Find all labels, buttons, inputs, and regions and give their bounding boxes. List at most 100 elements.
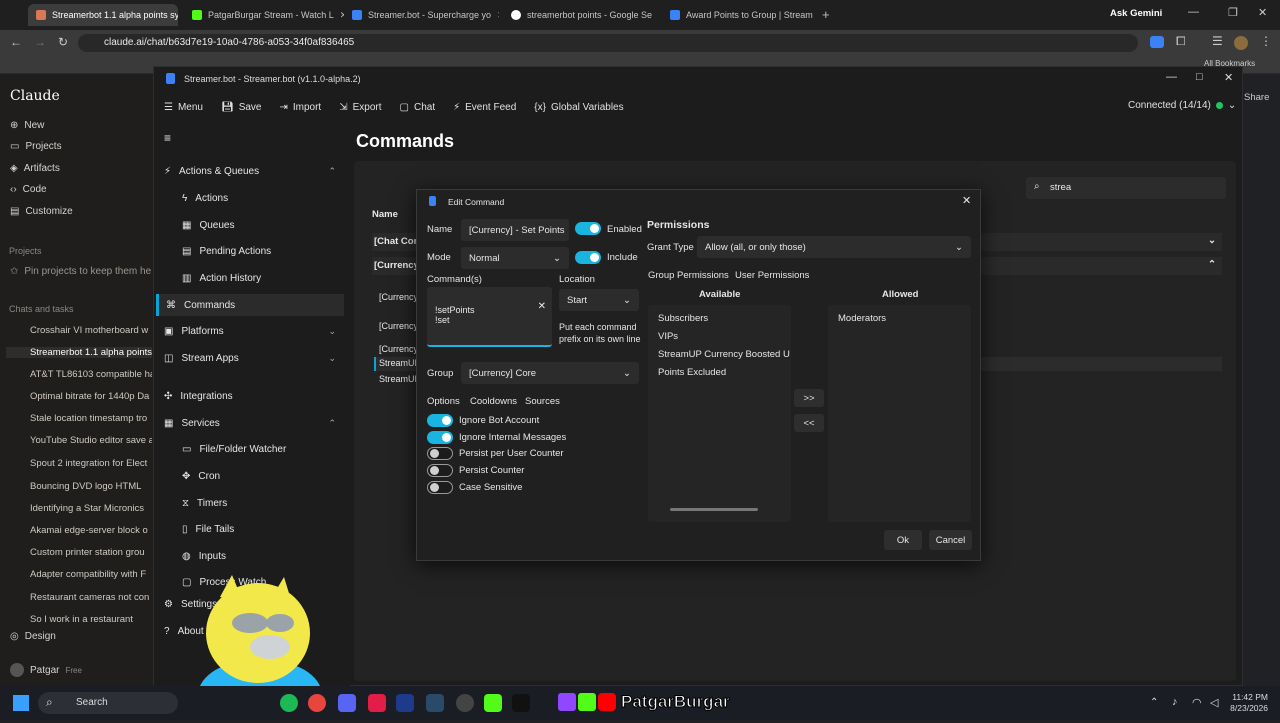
chat-list-item[interactable]: Akamai edge-server block o — [30, 525, 152, 536]
enabled-toggle[interactable] — [575, 222, 601, 235]
tab-user-permissions[interactable]: User Permissions — [735, 270, 809, 281]
cancel-button[interactable]: Cancel — [929, 530, 972, 550]
nav-platforms[interactable]: ▣ Platforms ⌄ — [164, 320, 344, 342]
app-icon[interactable] — [426, 694, 444, 712]
nav-inputs[interactable]: ◍ Inputs — [182, 545, 342, 567]
import-button[interactable]: ⇥ Import — [279, 102, 321, 113]
more-icon[interactable]: ⋮ — [1260, 34, 1272, 48]
spotify-icon[interactable] — [280, 694, 298, 712]
windows-start-icon[interactable] — [13, 695, 29, 711]
allowed-item[interactable]: Moderators — [838, 313, 886, 324]
reload-icon[interactable]: ↻ — [58, 35, 68, 49]
name-input[interactable]: [Currency] - Set Points — [461, 219, 569, 241]
table-row[interactable]: [Currency — [379, 292, 418, 302]
tab-kick[interactable]: PatgarBurgar Stream - Watch L ✕ — [184, 4, 344, 26]
tiktok-icon[interactable] — [512, 694, 530, 712]
chat-list-item[interactable]: Streamerbot 1.1 alpha points — [6, 347, 152, 358]
obs-icon[interactable] — [456, 694, 474, 712]
available-item[interactable]: Points Excluded — [658, 367, 726, 378]
nav-actions[interactable]: ϟ Actions — [182, 187, 342, 209]
move-left-button[interactable]: << — [794, 414, 824, 432]
nav-queues[interactable]: ▦ Queues — [182, 214, 342, 236]
new-tab-icon[interactable]: + — [822, 7, 830, 22]
clear-icon[interactable]: ✕ — [538, 301, 546, 312]
location-select[interactable]: Start ⌄ — [559, 289, 639, 311]
table-row[interactable]: [Currency — [379, 321, 418, 331]
ok-button[interactable]: Ok — [884, 530, 922, 550]
close-window-icon[interactable]: ✕ — [1224, 71, 1233, 84]
tab-award-points[interactable]: Award Points to Group | Stream✕ — [662, 4, 817, 26]
chat-list-item[interactable]: Custom printer station grou — [30, 547, 152, 558]
artifacts-link[interactable]: ◈ Artifacts — [10, 163, 60, 174]
option-toggle[interactable] — [427, 447, 453, 461]
extension-icon[interactable] — [1150, 36, 1164, 48]
chat-list-item[interactable]: Optimal bitrate for 1440p Da — [30, 391, 152, 402]
chat-list-item[interactable]: So I work in a restaurant — [30, 614, 152, 625]
save-button[interactable]: 💾︎ Save — [221, 102, 262, 113]
customize-link[interactable]: ▤ Customize — [10, 206, 73, 217]
design-link[interactable]: ◎ Design — [10, 631, 56, 642]
chat-list-item[interactable]: Restaurant cameras not con — [30, 592, 152, 603]
chat-list-item[interactable]: Crosshair VI motherboard w — [30, 325, 152, 336]
url-field[interactable]: claude.ai/chat/b63d7e19-10a0-4786-a053-3… — [78, 34, 1138, 52]
ask-gemini-button[interactable]: Ask Gemini — [1110, 8, 1162, 19]
available-item[interactable]: StreamUP Currency Boosted U — [658, 349, 790, 360]
app-icon[interactable] — [368, 694, 386, 712]
chat-list-item[interactable]: Stale location timestamp tro — [30, 413, 152, 424]
event-feed-button[interactable]: ⚡︎ Event Feed — [453, 102, 516, 113]
available-item[interactable]: VIPs — [658, 331, 678, 342]
back-icon[interactable]: ← — [10, 35, 22, 49]
grant-type-select[interactable]: Allow (all, or only those) ⌄ — [697, 236, 971, 258]
chat-list-item[interactable]: Spout 2 integration for Elect — [30, 458, 152, 469]
microphone-icon[interactable]: ♪ — [1172, 696, 1178, 708]
taskbar-clock[interactable]: 11:42 PM 8/23/2026 — [1226, 692, 1268, 714]
new-chat-button[interactable]: ⊕ New — [10, 120, 44, 131]
available-item[interactable]: Subscribers — [658, 313, 708, 324]
minimize-icon[interactable]: — — [1188, 6, 1199, 18]
tab-google[interactable]: streamerbot points - Google Se✕ — [503, 4, 658, 26]
global-variables-button[interactable]: {x} Global Variables — [534, 102, 623, 113]
chrome-icon[interactable] — [308, 694, 326, 712]
nav-timers[interactable]: ⧖ Timers — [182, 492, 342, 514]
nav-integrations[interactable]: ✣ Integrations — [164, 385, 344, 407]
maximize-icon[interactable]: □ — [1196, 71, 1203, 83]
nav-commands[interactable]: ⌘ Commands — [156, 294, 344, 316]
profile-avatar[interactable] — [1234, 36, 1248, 50]
connection-status[interactable]: Connected (14/14) ⌄ — [1128, 100, 1236, 111]
export-button[interactable]: ⇲ Export — [339, 102, 381, 113]
kick-icon[interactable] — [484, 694, 502, 712]
tray-chevron-icon[interactable]: ⌃ — [1150, 697, 1158, 708]
collapse-nav-icon[interactable]: ≡ — [164, 131, 171, 145]
chat-list-item[interactable]: Identifying a Star Micronics — [30, 503, 152, 514]
chat-button[interactable]: ▢ Chat — [400, 102, 436, 113]
option-toggle[interactable] — [427, 464, 453, 478]
commands-textarea[interactable]: !setPoints !set ✕ — [427, 287, 552, 347]
table-row[interactable]: StreamUP — [379, 374, 421, 384]
close-icon[interactable]: ✕ — [497, 10, 499, 21]
nav-stream-apps[interactable]: ◫ Stream Apps ⌄ — [164, 347, 344, 369]
tab-options[interactable]: Options — [427, 396, 460, 407]
streamerbot-taskbar-icon[interactable] — [396, 694, 414, 712]
horizontal-scrollbar[interactable] — [670, 508, 758, 511]
taskbar-search[interactable]: ⌕ Search — [38, 692, 178, 714]
nav-actions-queues[interactable]: ⚡︎ Actions & Queues ⌃ — [164, 160, 344, 182]
queue-icon[interactable]: ☰ — [1212, 34, 1223, 48]
minimize-icon[interactable]: — — [1166, 71, 1177, 83]
tab-streamerbot[interactable]: Streamer.bot - Supercharge yo✕ — [344, 4, 499, 26]
mode-select[interactable]: Normal ⌄ — [461, 247, 569, 269]
user-menu[interactable]: Patgar Free — [10, 663, 82, 677]
tab-group-permissions[interactable]: Group Permissions — [648, 270, 729, 281]
close-window-icon[interactable]: ✕ — [1258, 6, 1267, 19]
group-select[interactable]: [Currency] Core ⌄ — [461, 362, 639, 384]
option-toggle[interactable] — [427, 430, 453, 444]
tab-claude[interactable]: Streamerbot 1.1 alpha points sy✕ — [28, 4, 178, 26]
chat-list-item[interactable]: Adapter compatibility with F — [30, 569, 152, 580]
discord-icon[interactable] — [338, 694, 356, 712]
nav-pending-actions[interactable]: ▤ Pending Actions — [182, 240, 342, 262]
nav-file-tails[interactable]: ▯ File Tails — [182, 518, 342, 540]
volume-icon[interactable]: ◁ — [1210, 696, 1218, 709]
share-button[interactable]: Share — [1244, 92, 1269, 103]
nav-services[interactable]: ▦ Services ⌃ — [164, 412, 344, 434]
option-toggle[interactable] — [427, 414, 453, 427]
chat-list-item[interactable]: AT&T TL86103 compatible ha — [30, 369, 152, 380]
